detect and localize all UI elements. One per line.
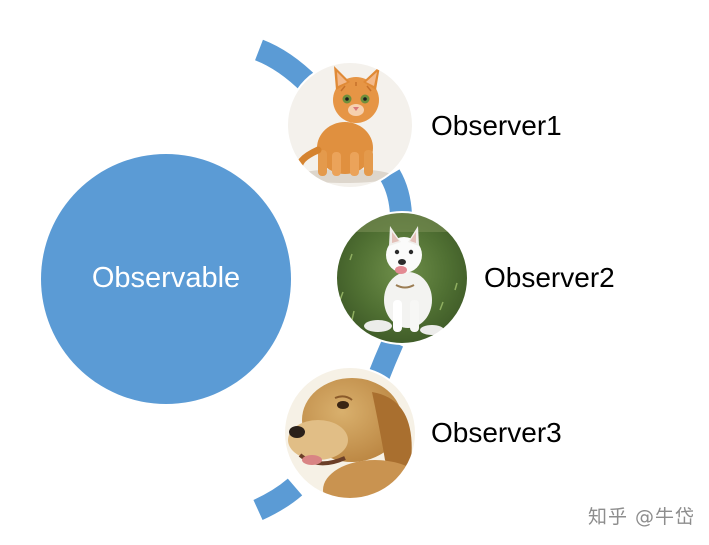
arc-segment-lower xyxy=(367,337,404,382)
observer1-label: Observer1 xyxy=(431,110,562,141)
arc-segment-top xyxy=(254,39,318,93)
observable-label: Observable xyxy=(91,262,241,294)
watermark: 知乎 @牛岱 xyxy=(587,506,695,528)
observer2-label: Observer2 xyxy=(484,262,615,293)
arc-segment-bottom xyxy=(253,478,303,521)
observer3-photo xyxy=(284,367,416,499)
observer3-label: Observer3 xyxy=(431,417,562,448)
arc-segment-upper xyxy=(380,169,412,216)
